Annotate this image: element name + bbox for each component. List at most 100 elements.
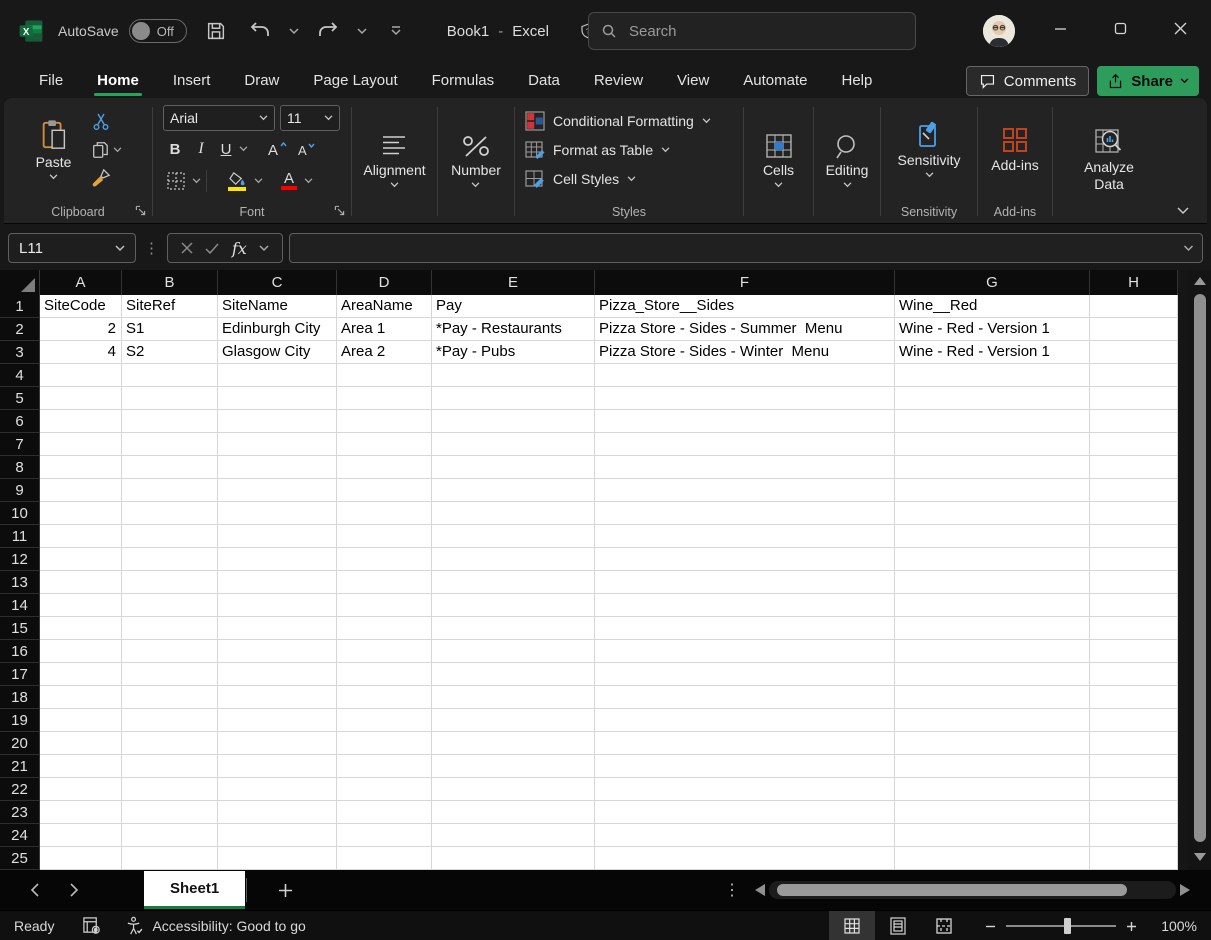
- cell-B14[interactable]: [122, 594, 218, 617]
- cell-G17[interactable]: [895, 663, 1090, 686]
- cell-A14[interactable]: [40, 594, 122, 617]
- cell-E19[interactable]: [432, 709, 595, 732]
- cell-G15[interactable]: [895, 617, 1090, 640]
- accessibility-icon[interactable]: [125, 916, 144, 935]
- cell-C21[interactable]: [218, 755, 337, 778]
- row-header-2[interactable]: 2: [0, 318, 40, 341]
- cell-E23[interactable]: [432, 801, 595, 824]
- cell-E15[interactable]: [432, 617, 595, 640]
- tab-data[interactable]: Data: [511, 63, 577, 97]
- cell-H13[interactable]: [1090, 571, 1178, 594]
- cell-F2[interactable]: Pizza Store - Sides - Summer Menu: [595, 318, 895, 341]
- cell-G25[interactable]: [895, 847, 1090, 870]
- cell-F8[interactable]: [595, 456, 895, 479]
- cell-A22[interactable]: [40, 778, 122, 801]
- cell-H9[interactable]: [1090, 479, 1178, 502]
- cell-B25[interactable]: [122, 847, 218, 870]
- cell-A16[interactable]: [40, 640, 122, 663]
- cell-D12[interactable]: [337, 548, 432, 571]
- cell-C22[interactable]: [218, 778, 337, 801]
- cell-B3[interactable]: S2: [122, 341, 218, 364]
- cancel-icon[interactable]: [181, 242, 193, 254]
- cell-D16[interactable]: [337, 640, 432, 663]
- maximize-button[interactable]: [1097, 0, 1143, 56]
- cell-A18[interactable]: [40, 686, 122, 709]
- cell-D8[interactable]: [337, 456, 432, 479]
- next-sheet-icon[interactable]: [54, 870, 94, 910]
- page-break-preview-button[interactable]: [921, 911, 967, 940]
- cell-A15[interactable]: [40, 617, 122, 640]
- cell-A1[interactable]: SiteCode: [40, 295, 122, 318]
- row-header-16[interactable]: 16: [0, 640, 40, 663]
- collapse-ribbon-icon[interactable]: [1177, 207, 1189, 215]
- cell-D17[interactable]: [337, 663, 432, 686]
- cell-E4[interactable]: [432, 364, 595, 387]
- cell-E21[interactable]: [432, 755, 595, 778]
- cell-A25[interactable]: [40, 847, 122, 870]
- tab-insert[interactable]: Insert: [156, 63, 228, 97]
- cell-C24[interactable]: [218, 824, 337, 847]
- horizontal-scrollbar[interactable]: [755, 878, 1190, 902]
- cell-H25[interactable]: [1090, 847, 1178, 870]
- cell-F10[interactable]: [595, 502, 895, 525]
- bold-button[interactable]: B: [163, 141, 187, 158]
- cell-D21[interactable]: [337, 755, 432, 778]
- cell-A19[interactable]: [40, 709, 122, 732]
- copy-button[interactable]: [87, 136, 126, 164]
- tab-view[interactable]: View: [660, 63, 726, 97]
- cell-D7[interactable]: [337, 433, 432, 456]
- editing-button[interactable]: Editing: [820, 131, 875, 190]
- cell-G9[interactable]: [895, 479, 1090, 502]
- cell-C20[interactable]: [218, 732, 337, 755]
- cell-G11[interactable]: [895, 525, 1090, 548]
- alignment-button[interactable]: Alignment: [357, 131, 431, 190]
- cell-E1[interactable]: Pay: [432, 295, 595, 318]
- previous-sheet-icon[interactable]: [14, 870, 54, 910]
- cut-button[interactable]: [87, 108, 126, 136]
- cell-E18[interactable]: [432, 686, 595, 709]
- format-painter-button[interactable]: [87, 164, 126, 192]
- cell-B19[interactable]: [122, 709, 218, 732]
- cell-F11[interactable]: [595, 525, 895, 548]
- cell-H20[interactable]: [1090, 732, 1178, 755]
- cell-A13[interactable]: [40, 571, 122, 594]
- cell-B11[interactable]: [122, 525, 218, 548]
- paste-button[interactable]: Paste: [30, 117, 78, 182]
- cell-G18[interactable]: [895, 686, 1090, 709]
- tab-file[interactable]: File: [22, 63, 80, 97]
- cell-F18[interactable]: [595, 686, 895, 709]
- insert-function-icon[interactable]: fx: [232, 239, 247, 258]
- cell-D10[interactable]: [337, 502, 432, 525]
- conditional-formatting-button[interactable]: Conditional Formatting: [515, 107, 743, 134]
- share-button[interactable]: Share: [1097, 66, 1199, 96]
- tab-draw[interactable]: Draw: [227, 63, 296, 97]
- cell-B13[interactable]: [122, 571, 218, 594]
- cell-F6[interactable]: [595, 410, 895, 433]
- row-header-17[interactable]: 17: [0, 663, 40, 686]
- borders-dropdown-icon[interactable]: [192, 178, 201, 184]
- cell-A9[interactable]: [40, 479, 122, 502]
- cell-A5[interactable]: [40, 387, 122, 410]
- cell-F9[interactable]: [595, 479, 895, 502]
- cell-H12[interactable]: [1090, 548, 1178, 571]
- number-button[interactable]: Number: [445, 131, 507, 190]
- cell-G7[interactable]: [895, 433, 1090, 456]
- cell-C2[interactable]: Edinburgh City: [218, 318, 337, 341]
- font-dialog-launcher-icon[interactable]: [334, 205, 345, 216]
- scroll-left-icon[interactable]: [755, 884, 765, 896]
- row-header-20[interactable]: 20: [0, 732, 40, 755]
- cell-B6[interactable]: [122, 410, 218, 433]
- cell-H8[interactable]: [1090, 456, 1178, 479]
- zoom-level[interactable]: 100%: [1151, 918, 1197, 934]
- cells-button[interactable]: Cells: [757, 131, 800, 190]
- row-header-24[interactable]: 24: [0, 824, 40, 847]
- cell-B21[interactable]: [122, 755, 218, 778]
- cell-F19[interactable]: [595, 709, 895, 732]
- cell-F24[interactable]: [595, 824, 895, 847]
- cell-G4[interactable]: [895, 364, 1090, 387]
- row-header-23[interactable]: 23: [0, 801, 40, 824]
- cell-F23[interactable]: [595, 801, 895, 824]
- excel-logo-icon[interactable]: X: [18, 18, 44, 44]
- row-header-10[interactable]: 10: [0, 502, 40, 525]
- cell-D4[interactable]: [337, 364, 432, 387]
